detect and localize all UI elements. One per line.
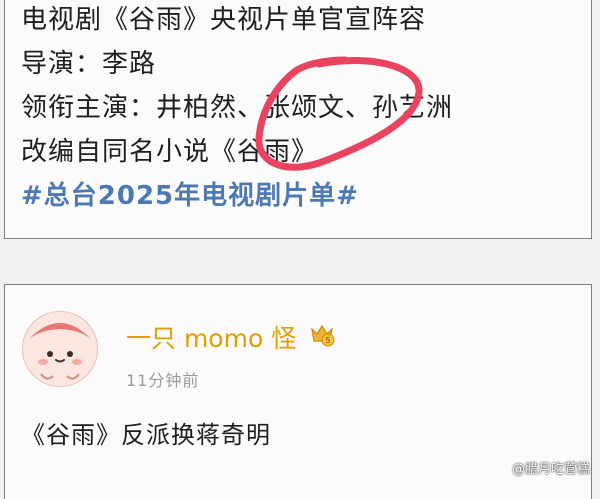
post-card: 电视剧《谷雨》央视片单官宣阵容 导演：李路 领衔主演：井柏然、张颂文、孙艺洲 改… [4, 0, 592, 239]
cast-line: 领衔主演：井柏然、张颂文、孙艺洲 [21, 93, 454, 123]
svg-text:5: 5 [325, 336, 330, 345]
adaptation-line: 改编自同名小说《谷雨》 [21, 137, 319, 167]
post-title-line: 电视剧《谷雨》央视片单官宣阵容 [21, 5, 427, 35]
username[interactable]: 一只 momo 怪 [126, 319, 296, 355]
comment-text: 《谷雨》反派换蒋奇明 [21, 421, 271, 449]
hashtag-link[interactable]: #总台2025年电视剧片单# [21, 180, 359, 212]
director-line: 导演：李路 [21, 49, 157, 79]
watermark: @腊月吃菅糕 [511, 462, 590, 477]
comment-timestamp: 11分钟前 [126, 371, 200, 390]
crown-vip-icon: 5 [311, 324, 335, 347]
avatar[interactable] [22, 311, 98, 387]
cute-face-icon [28, 323, 92, 380]
comment-card: 一只 momo 怪 5 11分钟前 《谷雨》反派换蒋奇明 [4, 284, 592, 499]
